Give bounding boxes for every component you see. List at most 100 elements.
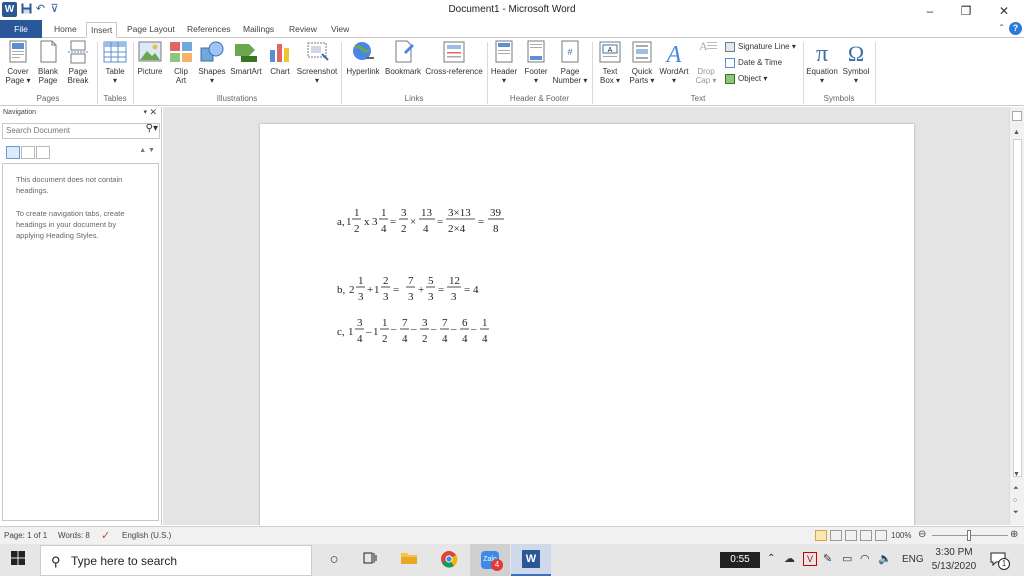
nav-pages-tab[interactable] <box>21 146 35 159</box>
draft-view-icon[interactable] <box>875 530 887 541</box>
word-count[interactable]: Words: 8 <box>58 531 90 540</box>
tab-insert[interactable]: Insert <box>86 22 118 38</box>
language-indicator[interactable]: English (U.S.) <box>122 531 171 540</box>
svg-text:4: 4 <box>381 223 387 235</box>
vertical-scrollbar[interactable]: ▲ ▼ ⏶ ○ ⏷ <box>1009 107 1024 525</box>
footer-button[interactable]: Footer ▾ <box>521 40 551 85</box>
svg-text:1: 1 <box>358 275 364 287</box>
svg-text:6: 6 <box>462 317 468 329</box>
chrome-icon[interactable] <box>440 550 460 570</box>
nav-results-tab[interactable] <box>36 146 50 159</box>
zoom-slider-thumb[interactable] <box>967 530 971 541</box>
action-center-icon[interactable]: 1 <box>990 552 1010 570</box>
blank-page-button[interactable]: Blank Page <box>34 40 62 85</box>
close-button[interactable]: ✕ <box>986 0 1022 22</box>
svg-text:3: 3 <box>372 216 378 228</box>
document-page[interactable]: a, 1 12 x 3 14 = 32 × 13 4 = 3×13 2×4 = 39… <box>260 124 914 525</box>
restore-button[interactable]: ❐ <box>948 0 984 22</box>
scroll-thumb[interactable] <box>1013 139 1022 477</box>
table-button[interactable]: Table ▾ <box>101 40 129 85</box>
svg-text:1: 1 <box>373 326 379 338</box>
wifi-icon[interactable]: ◠ <box>860 552 870 565</box>
zoom-level[interactable]: 100% <box>891 531 911 540</box>
scroll-up-arrow[interactable]: ▲ <box>1013 129 1020 136</box>
file-explorer-icon[interactable] <box>400 550 420 570</box>
timer-widget[interactable]: 0:55 <box>720 552 760 568</box>
group-label-illustrations: Illustrations <box>216 94 258 103</box>
tab-view[interactable]: View <box>327 22 353 38</box>
text-box-button[interactable]: A Text Box ▾ <box>596 40 624 85</box>
zalo-taskbar-button[interactable]: Zalo 4 <box>470 544 510 576</box>
minimize-button[interactable]: – <box>912 0 948 22</box>
web-layout-view-icon[interactable] <box>845 530 857 541</box>
page-break-button[interactable]: Page Break <box>64 40 92 85</box>
chart-button[interactable]: Chart <box>266 40 294 76</box>
tab-references[interactable]: References <box>183 22 234 38</box>
line-a-label: a, <box>337 216 345 228</box>
cross-reference-button[interactable]: Cross-reference <box>423 40 485 76</box>
svg-text:2: 2 <box>382 333 388 345</box>
signature-line-button[interactable]: Signature Line ▾ <box>725 41 796 53</box>
svg-text:=: = <box>437 216 443 228</box>
date-time-button[interactable]: Date & Time <box>725 57 782 69</box>
bookmark-button[interactable]: Bookmark <box>384 40 422 76</box>
nav-close-icon[interactable]: ✕ <box>149 107 157 118</box>
outline-view-icon[interactable] <box>860 530 872 541</box>
screenshot-button[interactable]: Screenshot ▾ <box>294 40 340 85</box>
ruler-toggle-icon[interactable] <box>1012 111 1022 121</box>
taskbar-search-input[interactable]: ⚲ Type here to search <box>40 545 312 576</box>
search-document-input[interactable]: Search Document <box>2 123 160 139</box>
hyperlink-button[interactable]: Hyperlink <box>343 40 383 76</box>
previous-page-icon[interactable]: ⏶ <box>1013 485 1019 493</box>
page-count[interactable]: Page: 1 of 1 <box>4 531 47 540</box>
cloud-icon[interactable]: ☁ <box>784 552 795 565</box>
print-layout-view-icon[interactable] <box>815 530 827 541</box>
cover-page-button[interactable]: Cover Page ▾ <box>3 40 33 85</box>
page-number-button[interactable]: # Page Number ▾ <box>551 40 589 85</box>
tab-file[interactable]: File <box>0 20 42 38</box>
equation-button[interactable]: π Equation ▾ <box>805 40 839 85</box>
browse-object-icon[interactable]: ○ <box>1013 497 1017 504</box>
tab-mailings[interactable]: Mailings <box>239 22 278 38</box>
antivirus-icon[interactable]: V <box>803 552 817 566</box>
show-hidden-icons-icon[interactable]: ⌃ <box>767 553 775 564</box>
cortana-icon[interactable]: ○ <box>324 550 344 570</box>
tab-home[interactable]: Home <box>50 22 81 38</box>
nav-up-down-icon[interactable]: ▲ ▼ <box>139 147 155 154</box>
proofing-icon[interactable]: ✓ <box>101 529 110 542</box>
svg-text:3: 3 <box>357 317 363 329</box>
smartart-button[interactable]: SmartArt <box>228 40 264 76</box>
task-view-icon[interactable] <box>362 550 382 570</box>
pi-icon: π <box>809 40 835 67</box>
word-taskbar-button[interactable]: W <box>511 544 551 576</box>
object-button[interactable]: Object ▾ <box>725 73 767 85</box>
nav-options-icon[interactable]: ▾ <box>143 108 147 116</box>
minimize-ribbon-icon[interactable]: ⌃ <box>998 23 1005 32</box>
picture-button[interactable]: Picture <box>136 40 164 76</box>
wordart-button[interactable]: A WordArt ▾ <box>658 40 690 85</box>
nav-headings-tab[interactable] <box>6 146 20 159</box>
page-number-label: Page Number ▾ <box>552 67 588 85</box>
search-icon[interactable]: ⚲▾ <box>146 123 158 134</box>
help-icon[interactable]: ? <box>1009 22 1022 35</box>
clock[interactable]: 3:30 PM 5/13/2020 <box>929 546 979 574</box>
symbol-button[interactable]: Ω Symbol ▾ <box>840 40 872 85</box>
pen-icon[interactable]: ✎ <box>823 552 832 565</box>
tab-review[interactable]: Review <box>285 22 321 38</box>
clip-art-button[interactable]: Clip Art <box>168 40 194 85</box>
shapes-button[interactable]: Shapes ▾ <box>197 40 227 85</box>
input-language[interactable]: ENG <box>902 554 924 565</box>
volume-icon[interactable]: 🔈 <box>878 552 892 565</box>
hyperlink-label: Hyperlink <box>346 67 380 76</box>
windows-start-icon[interactable] <box>10 550 30 570</box>
scroll-down-arrow[interactable]: ▼ <box>1013 471 1020 478</box>
full-screen-view-icon[interactable] <box>830 530 842 541</box>
drop-cap-button[interactable]: A Drop Cap ▾ <box>692 39 720 85</box>
battery-icon[interactable]: ▭ <box>842 552 852 565</box>
quick-parts-button[interactable]: Quick Parts ▾ <box>627 40 657 85</box>
next-page-icon[interactable]: ⏷ <box>1013 509 1019 517</box>
header-button[interactable]: Header ▾ <box>489 40 519 85</box>
tab-page-layout[interactable]: Page Layout <box>123 22 179 38</box>
zoom-in-icon[interactable]: ⊕ <box>1010 529 1018 540</box>
zoom-out-icon[interactable]: ⊖ <box>918 529 926 540</box>
